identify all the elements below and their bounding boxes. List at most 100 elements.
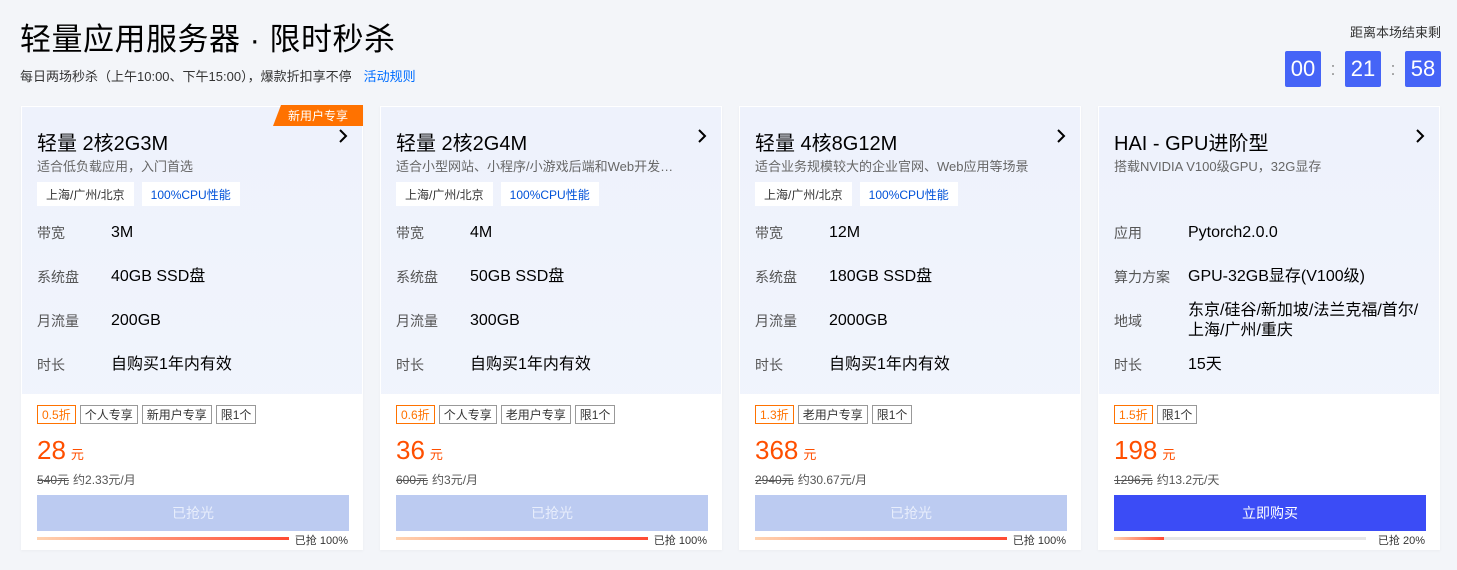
condition-tag: 限1个 [1156, 405, 1198, 424]
spec-value: Pytorch2.0.0 [1188, 224, 1278, 241]
spec-row: 应用 Pytorch2.0.0 [1114, 223, 1434, 243]
spec-value: 东京/硅谷/新加坡/法兰克福/首尔/上海/广州/重庆 [1188, 302, 1419, 339]
chevron-right-icon[interactable] [697, 129, 707, 148]
spec-row: 时长 15天 [1114, 355, 1434, 375]
countdown: 距离本场结束剩 00 : 21 : 58 [1271, 22, 1441, 88]
spec-value: 自购买1年内有效 [829, 356, 950, 373]
condition-tag: 限1个 [574, 405, 616, 424]
sold-out-button[interactable]: 已抢光 [755, 495, 1067, 531]
condition-tag: 个人专享 [438, 405, 497, 424]
sales-progress-fill [755, 537, 1007, 540]
card-header: 轻量 4核8G12M 适合业务规模较大的企业官网、Web应用等场景 上海/广州/… [740, 107, 1080, 394]
cpu-tag: 100%CPU性能 [141, 182, 240, 206]
spec-value: 200GB [111, 312, 161, 329]
card-header: HAI - GPU进阶型 搭载NVIDIA V100级GPU，32G显存 应用 … [1099, 107, 1439, 394]
spec-value: 180GB SSD盘 [829, 268, 933, 285]
spec-row: 地域 东京/硅谷/新加坡/法兰克福/首尔/上海/广州/重庆 [1114, 301, 1434, 341]
spec-row: 月流量 300GB [396, 311, 716, 331]
product-card: 轻量 4核8G12M 适合业务规模较大的企业官网、Web应用等场景 上海/广州/… [739, 106, 1081, 550]
sales-progress-fill [37, 537, 289, 540]
product-name[interactable]: 轻量 2核2G4M [396, 127, 527, 156]
original-price: 1296元 [1114, 473, 1153, 487]
spec-row: 系统盘 50GB SSD盘 [396, 267, 716, 287]
price-unit: 元 [429, 447, 443, 462]
spec-value: 3M [111, 224, 134, 241]
card-header: 轻量 2核2G4M 适合小型网站、小程序/小游戏后端和Web开发… 上海/广州/… [381, 107, 721, 394]
spec-label: 应用 [1114, 225, 1142, 241]
chevron-right-icon[interactable] [338, 129, 348, 148]
spec-value: 自购买1年内有效 [111, 356, 232, 373]
subtitle-text: 每日两场秒杀（上午10:00、下午15:00），爆款折扣享不停 [20, 69, 352, 84]
spec-label: 系统盘 [396, 269, 438, 285]
price-unit: 元 [1162, 447, 1176, 462]
spec-label: 地域 [1114, 313, 1142, 329]
product-name[interactable]: 轻量 4核8G12M [755, 127, 897, 156]
spec-label: 系统盘 [755, 269, 797, 285]
product-tags: 上海/广州/北京 100%CPU性能 [396, 182, 599, 206]
original-price-line: 1296元 约13.2元/天 [1114, 471, 1219, 488]
discount-tags: 0.5折 个人专享 新用户专享 限1个 [37, 405, 257, 424]
product-description: 适合业务规模较大的企业官网、Web应用等场景 [755, 159, 1029, 174]
spec-label: 月流量 [396, 313, 438, 329]
sales-progress-text: 已抢 100% [294, 535, 348, 547]
spec-label: 算力方案 [1114, 269, 1170, 285]
product-description: 搭载NVIDIA V100级GPU，32G显存 [1114, 159, 1322, 174]
spec-row: 时长 自购买1年内有效 [37, 355, 357, 375]
spec-label: 时长 [1114, 357, 1142, 373]
spec-label: 带宽 [396, 225, 424, 241]
card-purchase: 1.3折 老用户专享 限1个 368 元 2940元 约30.67元/月 已抢光 … [740, 394, 1080, 549]
discount-badge: 1.3折 [755, 405, 794, 424]
buy-now-button[interactable]: 立即购买 [1114, 495, 1426, 531]
unit-price: 约13.2元/天 [1156, 473, 1220, 487]
sales-progress-fill [1114, 537, 1165, 540]
spec-row: 月流量 2000GB [755, 311, 1075, 331]
countdown-minutes: 21 [1345, 51, 1381, 87]
product-name[interactable]: HAI - GPU进阶型 [1114, 127, 1268, 156]
product-description: 适合低负载应用，入门首选 [37, 159, 194, 174]
spec-label: 时长 [37, 357, 65, 373]
spec-value: 50GB SSD盘 [470, 268, 565, 285]
spec-label: 月流量 [37, 313, 79, 329]
price-value: 198 [1114, 435, 1158, 465]
product-name[interactable]: 轻量 2核2G3M [37, 127, 168, 156]
discount-badge: 0.5折 [37, 405, 76, 424]
price-value: 28 [37, 435, 66, 465]
spec-row: 带宽 3M [37, 223, 357, 243]
original-price: 2940元 [755, 473, 794, 487]
spec-row: 系统盘 40GB SSD盘 [37, 267, 357, 287]
discount-tags: 0.6折 个人专享 老用户专享 限1个 [396, 405, 616, 424]
card-purchase: 1.5折 限1个 198 元 1296元 约13.2元/天 立即购买 已抢 20% [1099, 394, 1439, 549]
spec-row: 带宽 4M [396, 223, 716, 243]
original-price-line: 600元 约3元/月 [396, 471, 478, 488]
sales-progress-bar [396, 537, 648, 540]
spec-value: 4M [470, 224, 493, 241]
sold-out-button[interactable]: 已抢光 [396, 495, 708, 531]
spec-value: 300GB [470, 312, 520, 329]
spec-value: 40GB SSD盘 [111, 268, 206, 285]
unit-price: 约3元/月 [432, 473, 479, 487]
unit-price: 约30.67元/月 [797, 473, 868, 487]
spec-row: 算力方案 GPU-32GB显存(V100级) [1114, 267, 1434, 287]
condition-tag: 个人专享 [79, 405, 138, 424]
product-tags: 上海/广州/北京 100%CPU性能 [755, 182, 958, 206]
countdown-separator: : [1390, 58, 1396, 79]
chevron-right-icon[interactable] [1415, 129, 1425, 148]
activity-rules-link[interactable]: 活动规则 [364, 69, 416, 84]
countdown-seconds: 58 [1405, 51, 1441, 87]
product-card: 轻量 2核2G4M 适合小型网站、小程序/小游戏后端和Web开发… 上海/广州/… [380, 106, 722, 550]
sales-progress-text: 已抢 20% [1377, 535, 1425, 547]
price-unit: 元 [70, 447, 84, 462]
sold-out-button[interactable]: 已抢光 [37, 495, 349, 531]
condition-tag: 新用户专享 [141, 405, 212, 424]
spec-value: 自购买1年内有效 [470, 356, 591, 373]
spec-row: 系统盘 180GB SSD盘 [755, 267, 1075, 287]
region-tag: 上海/广州/北京 [396, 182, 493, 206]
chevron-right-icon[interactable] [1056, 129, 1066, 148]
original-price: 540元 [37, 473, 70, 487]
spec-label: 系统盘 [37, 269, 79, 285]
condition-tag: 限1个 [871, 405, 913, 424]
price: 28 元 [37, 435, 84, 466]
spec-row: 带宽 12M [755, 223, 1075, 243]
condition-tag: 老用户专享 [500, 405, 571, 424]
original-price-line: 2940元 约30.67元/月 [755, 471, 867, 488]
